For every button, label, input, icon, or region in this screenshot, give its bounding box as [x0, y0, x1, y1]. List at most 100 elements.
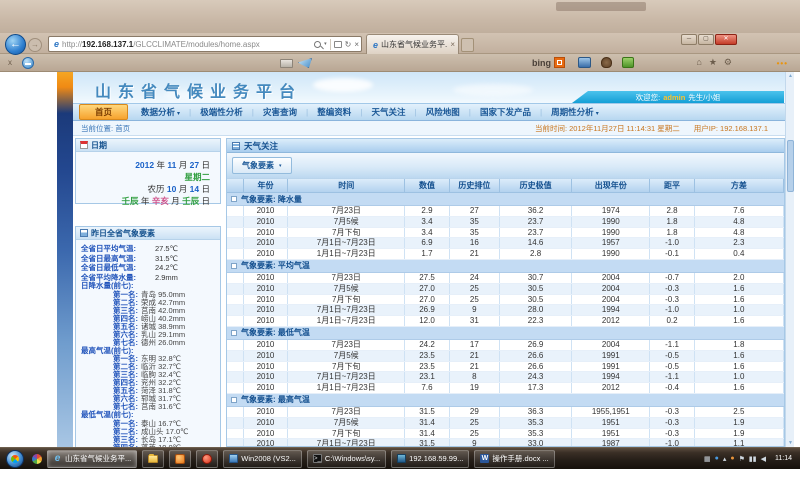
scroll-up-icon[interactable]: ▲	[787, 73, 794, 79]
more-options-icon[interactable]: •••	[777, 59, 788, 68]
table-row[interactable]: 20107月23日31.52936.31955,1951-0.32.5	[227, 407, 784, 418]
table-row[interactable]: 20107月1日~7月23日26.9928.01994-1.01.0	[227, 305, 784, 316]
table-row[interactable]: 20107月1日~7月23日23.1824.31994-1.11.0	[227, 372, 784, 383]
menu-item-2[interactable]: 极端性分析	[191, 106, 252, 118]
address-bar[interactable]: e http://192.168.137.1/GLCCLIMATE/module…	[48, 36, 362, 52]
group-checkbox[interactable]	[231, 330, 237, 336]
tray-network-icon[interactable]: ▮▮	[749, 455, 757, 463]
vertical-scrollbar[interactable]: ▲ ▼	[785, 72, 794, 447]
table-cell: 2010	[244, 316, 289, 326]
taskbar-window-3[interactable]: 192.168.59.99...	[391, 450, 469, 468]
group-checkbox[interactable]	[231, 263, 237, 269]
table-row[interactable]: 20107月5候23.52126.61991-0.51.6	[227, 351, 784, 362]
breadcrumb-value[interactable]: 首页	[115, 124, 130, 133]
table-row[interactable]: 20107月下旬23.52126.61991-0.51.6	[227, 362, 784, 373]
element-filter-button[interactable]: 气象要素 ▾	[232, 157, 292, 174]
column-header[interactable]: 出现年份	[572, 179, 650, 192]
table-row[interactable]: 20107月5候31.42535.31951-0.31.9	[227, 418, 784, 429]
column-header[interactable]: 历史排位	[450, 179, 500, 192]
group-checkbox[interactable]	[231, 397, 237, 403]
menu-item-3[interactable]: 灾害查询	[254, 106, 306, 118]
send-icon[interactable]	[298, 58, 312, 68]
menu-item-4[interactable]: 整编资料	[308, 106, 360, 118]
menu-item-5[interactable]: 天气关注	[362, 106, 414, 118]
tray-blue-icon[interactable]: ●	[715, 455, 719, 462]
table-group-header[interactable]: 气象要素: 降水量	[227, 193, 784, 206]
table-row[interactable]: 20107月下旬3.43523.719901.84.8	[227, 228, 784, 239]
table-group-header[interactable]: 气象要素: 平均气温	[227, 260, 784, 273]
stop-icon[interactable]: ×	[354, 40, 359, 49]
scroll-down-icon[interactable]: ▼	[787, 440, 794, 446]
card-icon[interactable]	[280, 59, 293, 68]
bing-logo[interactable]: bing	[532, 57, 565, 68]
taskbar-window-4[interactable]: W操作手册.docx ...	[474, 450, 554, 468]
refresh-icon[interactable]: ↻	[345, 40, 352, 49]
favorites-star-icon[interactable]: ★	[709, 57, 717, 68]
column-header[interactable]: 时间	[288, 179, 405, 192]
table-row[interactable]: 20107月5候3.43523.719901.84.8	[227, 217, 784, 228]
home-icon[interactable]: ⌂	[696, 57, 701, 68]
start-button[interactable]	[6, 450, 24, 468]
tools-gear-icon[interactable]: ⚙	[724, 57, 732, 68]
tray-grid-icon[interactable]: ▦	[704, 455, 711, 463]
menu-item-8[interactable]: 周期性分析▾	[542, 106, 608, 118]
column-header[interactable]: 历史极值	[500, 179, 572, 192]
table-row[interactable]: 20107月23日2.92736.219742.87.6	[227, 206, 784, 217]
table-row[interactable]: 20101月1日~7月23日1.7212.81990-0.10.4	[227, 249, 784, 260]
table-cell: 0.4	[695, 249, 784, 259]
column-header[interactable]: 方差	[695, 179, 784, 192]
menu-item-0[interactable]: 首页	[79, 104, 128, 120]
table-cell: 1991	[572, 362, 650, 372]
taskbar-clock[interactable]: 11:14	[775, 455, 792, 462]
table-group-header[interactable]: 气象要素: 最低气温	[227, 327, 784, 340]
pinwheel-app-icon[interactable]	[32, 454, 42, 464]
table-row[interactable]: 20107月23日27.52430.72004-0.72.0	[227, 273, 784, 284]
table-row[interactable]: 20107月1日~7月23日6.91614.61957-1.02.3	[227, 238, 784, 249]
taskbar-window-1[interactable]: Win2008 (VS2...	[223, 450, 302, 468]
column-header[interactable]: 年份	[244, 179, 289, 192]
new-tab-button[interactable]	[461, 38, 474, 52]
group-checkbox[interactable]	[231, 196, 237, 202]
table-row[interactable]: 20107月1日~7月23日31.5933.01987-1.01.1	[227, 439, 784, 447]
compatibility-view-icon[interactable]	[334, 41, 342, 48]
paw-addon-icon[interactable]	[601, 57, 612, 68]
weather-table-body: 气象要素: 降水量20107月23日2.92736.219742.87.6201…	[227, 193, 784, 447]
addon-circle-icon[interactable]	[22, 57, 34, 69]
minimize-button[interactable]: ─	[681, 34, 697, 45]
table-row[interactable]: 20107月5候27.02530.52004-0.31.6	[227, 284, 784, 295]
table-row[interactable]: 20101月1日~7月23日7.61917.32012-0.41.6	[227, 383, 784, 394]
browser-app-button[interactable]	[196, 450, 218, 468]
menu-item-1[interactable]: 数据分析▾	[132, 106, 189, 118]
table-row[interactable]: 20101月1日~7月23日12.03122.320120.21.6	[227, 316, 784, 327]
taskbar-window-2[interactable]: >_C:\Windows\sy...	[307, 450, 386, 468]
menu-item-7[interactable]: 国家下发产品	[471, 106, 540, 118]
close-toolbar-icon[interactable]: x	[8, 58, 12, 67]
tab-close-icon[interactable]: ×	[450, 40, 455, 49]
maximize-button[interactable]: ▢	[698, 34, 714, 45]
tray-volume-icon[interactable]: ◀	[761, 455, 766, 463]
scrollbar-thumb[interactable]	[787, 140, 794, 192]
forward-button[interactable]: →	[28, 38, 42, 52]
taskbar-window-0[interactable]: e山东省气候业务平...	[47, 450, 137, 468]
column-header-checkbox[interactable]	[227, 179, 244, 192]
puzzle-addon-icon[interactable]	[622, 57, 634, 68]
table-row[interactable]: 20107月下旬31.42535.31951-0.31.9	[227, 429, 784, 440]
column-header[interactable]: 距平	[650, 179, 695, 192]
close-button[interactable]: ✕	[715, 34, 737, 45]
menu-item-6[interactable]: 风险地图	[417, 106, 469, 118]
welcome-ribbon: 欢迎您: admin 先生/小姐	[572, 91, 784, 103]
table-row[interactable]: 20107月23日24.21726.92004-1.11.8	[227, 340, 784, 351]
camera-addon-icon[interactable]	[578, 57, 591, 68]
search-dropdown-icon[interactable]: ▾	[324, 41, 327, 47]
tray-flag-icon[interactable]: ⚑	[739, 455, 745, 463]
media-app-button[interactable]	[169, 450, 191, 468]
table-group-header[interactable]: 气象要素: 最高气温	[227, 394, 784, 407]
search-icon[interactable]	[314, 41, 321, 48]
tray-flame-icon[interactable]: ●	[730, 455, 734, 462]
back-button[interactable]: ←	[5, 34, 26, 55]
table-row[interactable]: 20107月下旬27.02530.52004-0.31.6	[227, 295, 784, 306]
explorer-button[interactable]	[142, 450, 164, 468]
column-header[interactable]: 数值	[405, 179, 450, 192]
tray-show-hidden-icon[interactable]: ▴	[723, 455, 727, 463]
browser-tab[interactable]: e 山东省气候业务平... ×	[366, 34, 459, 54]
